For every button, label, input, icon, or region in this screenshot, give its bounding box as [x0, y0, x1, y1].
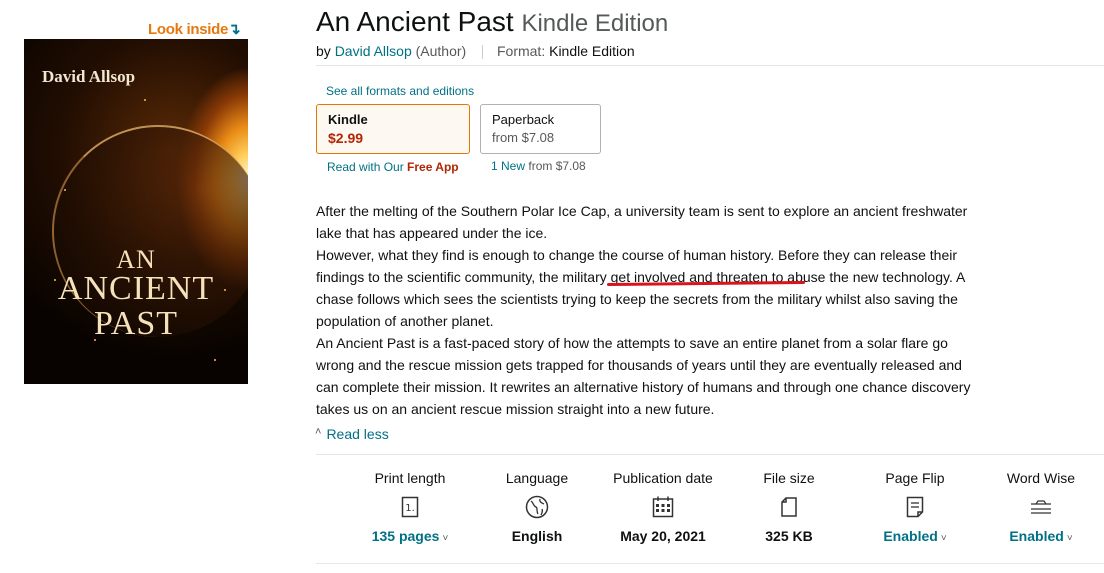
format-label: Format: [496, 43, 546, 59]
chevron-down-icon: ˅ [1066, 533, 1073, 544]
attribute-label: Print length [374, 470, 446, 486]
author-link[interactable]: David Allsop [335, 43, 412, 59]
new-offers-link[interactable]: 1 New [491, 159, 525, 173]
attribute-value: Enabled ˅ [986, 528, 1096, 544]
byline-divider [482, 45, 484, 60]
attribute-value: English [511, 528, 563, 544]
attribute-label: Publication date [613, 470, 713, 486]
read-with-text: Read with Our [327, 160, 404, 174]
attribute-value: 325 KB [765, 528, 813, 544]
cover-title-line: ANCIENT [57, 270, 215, 307]
attribute-file-size: File size 325 KB [734, 470, 844, 544]
attribute-label: File size [763, 470, 815, 486]
attribute-print-length[interactable]: Print length 1. 135 pages ˅ [355, 470, 465, 544]
read-less-label: Read less [326, 426, 389, 442]
description-paragraph: An Ancient Past is a fast-paced story of… [316, 335, 971, 417]
format-name: Kindle [328, 112, 368, 127]
by-prefix: by [316, 43, 331, 59]
attribute-value: May 20, 2021 [620, 528, 706, 544]
attribute-word-wise[interactable]: Word Wise Enabled ˅ [986, 470, 1096, 544]
page-flip-icon [860, 495, 970, 519]
word-wise-icon [986, 495, 1096, 519]
attribute-page-flip[interactable]: Page Flip Enabled ˅ [860, 470, 970, 544]
attribute-publication-date: Publication date May 20, 2021 [608, 470, 718, 544]
format-value: Kindle Edition [549, 43, 635, 59]
attribute-label: Word Wise [1006, 470, 1076, 486]
print-length-icon: 1. [355, 495, 465, 519]
attribute-value-text: 135 pages [371, 528, 440, 544]
see-all-formats-link[interactable]: See all formats and editions [326, 84, 474, 98]
divider [316, 65, 1104, 66]
attribute-label: Language [505, 470, 569, 486]
cover-title-line: PAST [93, 305, 179, 342]
attribute-value-text: Enabled [883, 528, 938, 544]
attribute-language: Language English [482, 470, 592, 544]
svg-text:1.: 1. [405, 503, 415, 514]
title-edition: Kindle Edition [521, 10, 669, 37]
calendar-icon [608, 495, 718, 519]
book-description: After the melting of the Southern Polar … [316, 200, 976, 420]
byline: by David Allsop (Author) Format: Kindle … [316, 43, 635, 60]
chevron-down-icon: ˅ [940, 533, 947, 544]
caret-up-icon: ˄ [315, 426, 322, 438]
format-name: Paperback [492, 112, 555, 127]
look-inside-label: Look inside [148, 21, 229, 38]
title-text: An Ancient Past [316, 6, 514, 37]
format-price: $2.99 [328, 130, 364, 146]
free-app-text: Free App [407, 160, 459, 174]
attribute-value-text: Enabled [1009, 528, 1064, 544]
book-cover-image[interactable]: David Allsop AN ANCIENT PAST [24, 39, 248, 384]
new-from-price: from $7.08 [528, 159, 586, 173]
globe-icon [482, 495, 592, 519]
divider [316, 454, 1104, 455]
attribute-value: Enabled ˅ [860, 528, 970, 544]
file-icon [734, 495, 844, 519]
description-paragraph: However, what they find is enough to cha… [316, 247, 965, 329]
divider [316, 563, 1104, 564]
paperback-new-offers: 1 New from $7.08 [491, 159, 586, 173]
description-paragraph: After the melting of the Southern Polar … [316, 203, 968, 241]
attribute-value: 135 pages ˅ [355, 528, 465, 544]
cover-author: David Allsop [42, 67, 136, 86]
read-less-link[interactable]: ˄ Read less [315, 426, 389, 442]
product-title: An Ancient Past Kindle Edition [316, 6, 668, 38]
read-with-free-app-link[interactable]: Read with Our Free App [327, 160, 459, 174]
look-inside-arrow-icon: ↴ [228, 21, 241, 38]
chevron-down-icon: ˅ [442, 533, 449, 544]
author-role: (Author) [415, 43, 467, 59]
format-kindle-button[interactable]: Kindle $2.99 [316, 104, 470, 154]
format-paperback-button[interactable]: Paperback from $7.08 [480, 104, 601, 154]
format-price: from $7.08 [492, 130, 555, 145]
attribute-label: Page Flip [885, 470, 945, 486]
look-inside-link[interactable]: Look inside↴ [148, 20, 241, 38]
